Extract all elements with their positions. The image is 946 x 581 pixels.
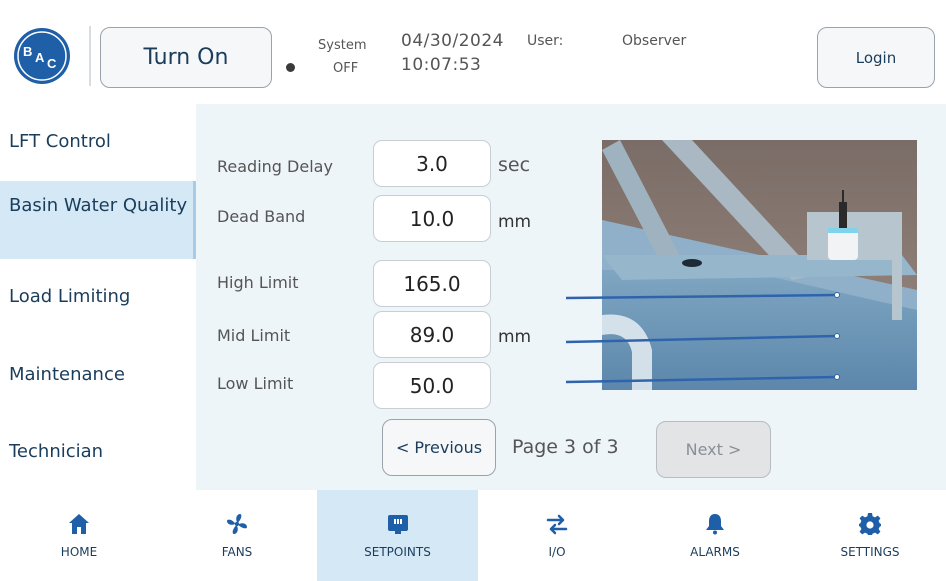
dead-band-label: Dead Band	[217, 207, 306, 226]
date-display: 04/30/2024	[401, 31, 504, 51]
nav-item-io[interactable]: I/O	[478, 490, 636, 581]
user-label: User:	[527, 33, 564, 49]
sidebar-item-load-limiting[interactable]: Load Limiting	[0, 285, 196, 309]
dead-band-input[interactable]: 10.0	[373, 195, 491, 242]
login-button[interactable]: Login	[817, 27, 935, 88]
setpoints-icon	[387, 515, 408, 534]
mid-limit-unit: mm	[498, 327, 532, 347]
next-page-button[interactable]: Next >	[656, 421, 771, 478]
svg-text:A: A	[35, 50, 45, 65]
nav-item-alarms[interactable]: ALARMS	[636, 490, 794, 581]
io-arrows-icon	[546, 514, 568, 535]
mid-level-line	[565, 334, 838, 344]
sidebar-item-technician[interactable]: Technician	[0, 440, 196, 464]
low-limit-input[interactable]: 50.0	[373, 362, 491, 409]
level-indicator-lines	[565, 292, 840, 384]
home-icon	[69, 514, 89, 534]
bell-icon	[706, 514, 724, 535]
system-label: System	[318, 38, 367, 53]
header-divider	[89, 26, 91, 86]
reading-delay-label: Reading Delay	[217, 157, 333, 176]
svg-text:B: B	[23, 44, 32, 59]
sidebar: LFT Control Basin Water Quality Load Lim…	[0, 104, 196, 490]
nav-label-fans: FANS	[221, 545, 253, 559]
sidebar-item-basin-water-quality[interactable]: Basin Water Quality	[0, 181, 196, 259]
previous-page-button[interactable]: < Previous	[382, 419, 496, 476]
nav-label-home: HOME	[60, 545, 98, 559]
user-value: Observer	[622, 33, 687, 49]
time-display: 10:07:53	[401, 55, 482, 75]
nav-item-settings[interactable]: SETTINGS	[794, 490, 946, 581]
fan-icon	[227, 514, 247, 534]
nav-item-fans[interactable]: FANS	[158, 490, 316, 581]
system-state: OFF	[333, 61, 359, 76]
reading-delay-unit: sec	[498, 154, 531, 176]
nav-label-setpoints: SETPOINTS	[364, 545, 431, 559]
mid-limit-input[interactable]: 89.0	[373, 311, 491, 358]
sidebar-item-maintenance[interactable]: Maintenance	[0, 363, 196, 387]
sidebar-item-lft-control[interactable]: LFT Control	[0, 130, 196, 154]
high-limit-input[interactable]: 165.0	[373, 260, 491, 307]
svg-text:C: C	[47, 56, 57, 71]
nav-item-setpoints[interactable]: SETPOINTS	[317, 490, 478, 581]
high-level-line	[565, 293, 838, 300]
reading-delay-input[interactable]: 3.0	[373, 140, 491, 187]
low-limit-label: Low Limit	[217, 374, 294, 393]
system-status-indicator	[286, 63, 295, 72]
sidebar-item-label: Basin Water Quality	[9, 195, 188, 216]
nav-item-home[interactable]: HOME	[0, 490, 158, 581]
bottom-nav: HOME FANS SETPOINTS I/O ALARMS SETTINGS	[0, 490, 946, 581]
nav-label-alarms: ALARMS	[690, 545, 740, 559]
gear-icon	[859, 513, 881, 535]
low-level-line	[565, 375, 838, 384]
high-limit-label: High Limit	[217, 273, 299, 292]
turn-on-button[interactable]: Turn On	[100, 27, 272, 88]
dead-band-unit: mm	[498, 212, 532, 232]
bac-logo: B A C	[10, 24, 74, 88]
nav-label-settings: SETTINGS	[840, 545, 900, 559]
mid-limit-label: Mid Limit	[217, 326, 291, 345]
nav-label-io: I/O	[548, 545, 566, 559]
page-indicator: Page 3 of 3	[512, 436, 619, 458]
